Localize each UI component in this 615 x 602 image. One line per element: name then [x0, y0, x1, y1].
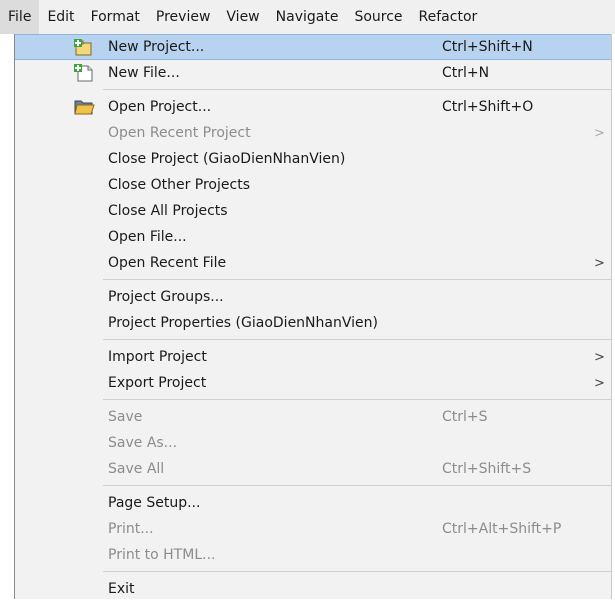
page-setup-label: Page Setup...	[108, 495, 201, 511]
menu-item-open-file[interactable]: Open File...	[15, 224, 611, 250]
print-to-html-label: Print to HTML...	[108, 547, 216, 563]
menu-source[interactable]: Source	[346, 0, 410, 34]
save-all-shortcut: Ctrl+Shift+S	[442, 461, 532, 477]
new-file-shortcut: Ctrl+N	[442, 65, 490, 81]
menu-item-project-groups[interactable]: Project Groups...	[15, 284, 611, 310]
menu-item-open-recent-file[interactable]: Open Recent File >	[15, 250, 611, 276]
open-recent-project-label: Open Recent Project	[108, 125, 251, 141]
separator	[103, 339, 611, 340]
menu-item-close-all-projects[interactable]: Close All Projects	[15, 198, 611, 224]
menu-item-import-project[interactable]: Import Project >	[15, 344, 611, 370]
chevron-right-icon: >	[594, 125, 605, 141]
new-file-icon	[73, 63, 95, 83]
save-as-label: Save As...	[108, 435, 178, 451]
file-menu-dropdown: New Project... Ctrl+Shift+N New File... …	[14, 34, 612, 599]
menu-preview[interactable]: Preview	[148, 0, 219, 34]
open-recent-file-label: Open Recent File	[108, 255, 227, 271]
import-project-label: Import Project	[108, 349, 207, 365]
menu-item-print[interactable]: Print... Ctrl+Alt+Shift+P	[15, 516, 611, 542]
menu-item-save[interactable]: Save Ctrl+S	[15, 404, 611, 430]
menu-bar: File Edit Format Preview View Navigate S…	[0, 0, 615, 34]
separator	[103, 399, 611, 400]
menu-view[interactable]: View	[218, 0, 267, 34]
new-project-icon	[73, 38, 95, 58]
save-shortcut: Ctrl+S	[442, 409, 488, 425]
export-project-label: Export Project	[108, 375, 207, 391]
open-project-icon	[73, 97, 95, 117]
menu-item-close-other-projects[interactable]: Close Other Projects	[15, 172, 611, 198]
save-all-label: Save All	[108, 461, 165, 477]
open-file-label: Open File...	[108, 229, 187, 245]
separator	[103, 279, 611, 280]
menu-item-exit[interactable]: Exit	[15, 576, 611, 602]
menu-file[interactable]: File	[0, 0, 40, 34]
open-project-shortcut: Ctrl+Shift+O	[442, 99, 534, 115]
menu-navigate[interactable]: Navigate	[268, 0, 347, 34]
menu-item-save-as[interactable]: Save As...	[15, 430, 611, 456]
menu-item-project-properties[interactable]: Project Properties (GiaoDienNhanVien)	[15, 310, 611, 336]
menu-item-open-project[interactable]: Open Project... Ctrl+Shift+O	[15, 94, 611, 120]
print-shortcut: Ctrl+Alt+Shift+P	[442, 521, 562, 537]
save-label: Save	[108, 409, 143, 425]
menu-item-open-recent-project[interactable]: Open Recent Project >	[15, 120, 611, 146]
project-properties-label: Project Properties (GiaoDienNhanVien)	[108, 315, 378, 331]
close-all-projects-label: Close All Projects	[108, 203, 228, 219]
separator	[103, 89, 611, 90]
separator	[103, 485, 611, 486]
menu-refactor[interactable]: Refactor	[411, 0, 486, 34]
chevron-right-icon: >	[594, 349, 605, 365]
menu-item-page-setup[interactable]: Page Setup...	[15, 490, 611, 516]
menu-item-print-to-html[interactable]: Print to HTML...	[15, 542, 611, 568]
close-other-projects-label: Close Other Projects	[108, 177, 250, 193]
open-project-label: Open Project...	[108, 99, 212, 115]
exit-label: Exit	[108, 581, 135, 597]
menu-format[interactable]: Format	[83, 0, 148, 34]
separator	[103, 571, 611, 572]
menu-item-new-file[interactable]: New File... Ctrl+N	[15, 60, 611, 86]
chevron-right-icon: >	[594, 375, 605, 391]
print-label: Print...	[108, 521, 154, 537]
new-project-shortcut: Ctrl+Shift+N	[442, 39, 533, 55]
menu-item-save-all[interactable]: Save All Ctrl+Shift+S	[15, 456, 611, 482]
chevron-right-icon: >	[594, 255, 605, 271]
menu-item-export-project[interactable]: Export Project >	[15, 370, 611, 396]
new-project-label: New Project...	[108, 39, 205, 55]
new-file-label: New File...	[108, 65, 180, 81]
menu-item-new-project[interactable]: New Project... Ctrl+Shift+N	[15, 34, 611, 60]
menu-edit[interactable]: Edit	[39, 0, 82, 34]
close-project-label: Close Project (GiaoDienNhanVien)	[108, 151, 346, 167]
menu-item-close-project[interactable]: Close Project (GiaoDienNhanVien)	[15, 146, 611, 172]
project-groups-label: Project Groups...	[108, 289, 224, 305]
